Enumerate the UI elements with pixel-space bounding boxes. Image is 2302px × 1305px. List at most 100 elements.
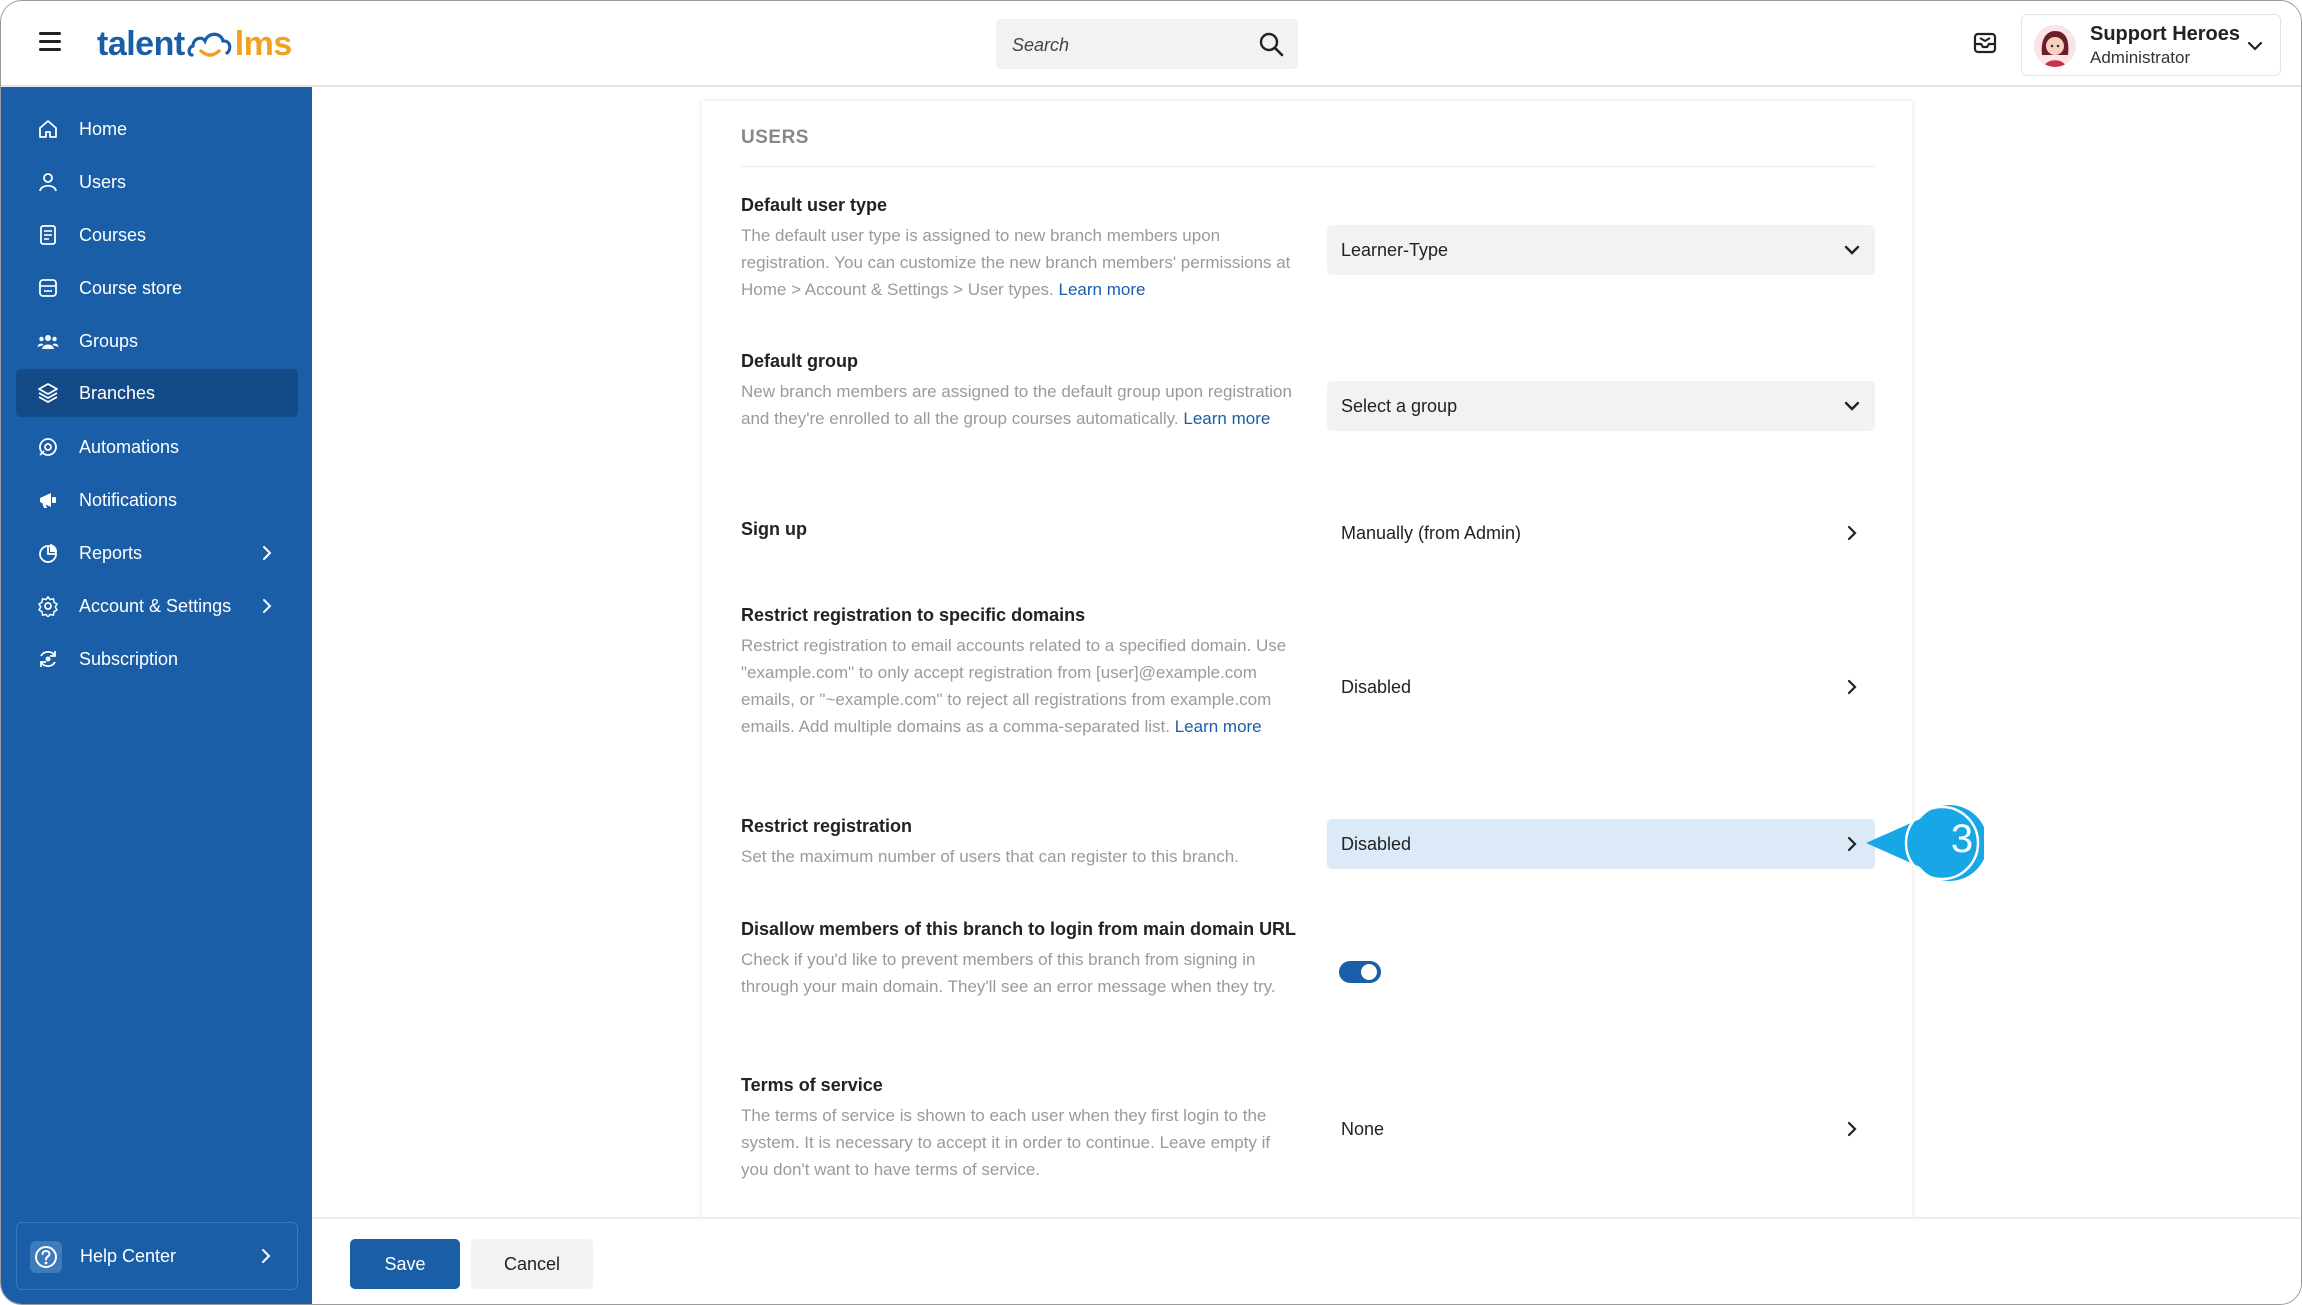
help-center-button[interactable]: Help Center (16, 1222, 298, 1290)
learn-more-link[interactable]: Learn more (1183, 409, 1270, 428)
setting-default-group: Default group New branch members are ass… (741, 351, 1301, 432)
sidebar-item-subscription[interactable]: Subscription (16, 635, 298, 683)
help-center-label: Help Center (80, 1246, 177, 1266)
setting-title: Sign up (741, 519, 807, 539)
disallow-main-domain-toggle[interactable] (1339, 961, 1381, 983)
section-title: USERS (741, 127, 809, 148)
setting-description: New branch members are assigned to the d… (741, 382, 1292, 428)
sidebar-item-label: Course store (79, 278, 183, 298)
default-group-select[interactable]: Select a group (1327, 381, 1875, 431)
automation-icon (39, 438, 57, 456)
help-icon-box (30, 1241, 62, 1273)
sidebar-item-groups[interactable]: Groups (16, 317, 298, 365)
megaphone-icon (40, 493, 56, 508)
option-value: None (1341, 1119, 1385, 1139)
chevron-right-icon (263, 546, 272, 560)
toggle-knob (1361, 964, 1377, 980)
setting-terms-of-service: Terms of service The terms of service is… (741, 1075, 1301, 1183)
setting-title: Disallow members of this branch to login… (741, 919, 1297, 939)
user-menu[interactable]: Support Heroes Administrator (2021, 14, 2281, 76)
learn-more-link[interactable]: Learn more (1175, 717, 1262, 736)
setting-default-user-type: Default user type The default user type … (741, 195, 1301, 303)
chevron-right-icon (263, 599, 272, 613)
layers-icon (38, 383, 58, 404)
sidebar-item-users[interactable]: Users (16, 158, 298, 206)
sidebar-item-label: Notifications (79, 490, 178, 510)
terms-of-service-option[interactable]: None (1327, 1104, 1875, 1154)
chevron-right-icon (1847, 1121, 1857, 1137)
form-footer: Save Cancel (312, 1217, 2301, 1304)
setting-disallow-main-domain: Disallow members of this branch to login… (741, 919, 1301, 1000)
setting-title: Default group (741, 351, 858, 371)
setting-description: The default user type is assigned to new… (741, 226, 1291, 299)
chevron-down-icon (1844, 245, 1860, 255)
option-value: Manually (from Admin) (1341, 523, 1522, 543)
option-value: Disabled (1341, 834, 1412, 854)
chevron-right-icon (1847, 679, 1857, 695)
sidebar-item-home[interactable]: Home (16, 105, 298, 153)
setting-description: Check if you'd like to prevent members o… (741, 950, 1276, 996)
user-name: Support Heroes (2090, 23, 2241, 45)
setting-restrict-registration: Restrict registration Set the maximum nu… (741, 816, 1301, 870)
chevron-down-icon (2247, 41, 2263, 51)
step-callout: 3 (1864, 803, 1988, 883)
setting-title: Default user type (741, 195, 888, 215)
menu-icon[interactable] (39, 32, 61, 54)
sidebar-item-label: Users (79, 172, 127, 192)
logo-text-talent: talent (97, 24, 185, 63)
sidebar: Home Users Courses Course store Groups B… (1, 87, 312, 1304)
user-icon (39, 173, 57, 192)
top-bar: talent lms Search Support Heroes Adminis… (1, 1, 2301, 87)
setting-restrict-domains: Restrict registration to specific domain… (741, 605, 1301, 740)
chevron-right-icon (1847, 525, 1857, 541)
setting-description: The terms of service is shown to each us… (741, 1106, 1271, 1179)
search-input[interactable] (1010, 29, 1254, 61)
sidebar-item-automations[interactable]: Automations (16, 423, 298, 471)
sidebar-item-label: Courses (79, 225, 147, 245)
search-icon[interactable] (1258, 31, 1284, 57)
sidebar-item-account-settings[interactable]: Account & Settings (16, 582, 298, 630)
setting-sign-up: Sign up (741, 519, 1301, 546)
restrict-domains-option[interactable]: Disabled (1327, 662, 1875, 712)
setting-description: Set the maximum number of users that can… (741, 847, 1239, 866)
chevron-right-icon (262, 1249, 271, 1263)
gear-icon (38, 596, 58, 617)
sidebar-item-notifications[interactable]: Notifications (16, 476, 298, 524)
sidebar-item-courses[interactable]: Courses (16, 211, 298, 259)
sidebar-item-course-store[interactable]: Course store (16, 264, 298, 312)
learn-more-link[interactable]: Learn more (1059, 280, 1146, 299)
section-divider (741, 166, 1875, 167)
select-value: Learner-Type (1341, 240, 1449, 260)
talentlms-logo[interactable]: talent lms (97, 19, 292, 69)
sidebar-item-label: Subscription (79, 649, 179, 669)
groups-icon (37, 335, 59, 349)
option-value: Disabled (1341, 677, 1412, 697)
inbox-icon[interactable] (1972, 30, 1998, 56)
default-user-type-select[interactable]: Learner-Type (1327, 225, 1875, 275)
select-value: Select a group (1341, 396, 1458, 416)
setting-title: Terms of service (741, 1075, 883, 1095)
sign-up-option[interactable]: Manually (from Admin) (1327, 508, 1875, 558)
save-button[interactable]: Save (350, 1239, 460, 1289)
setting-description: Restrict registration to email accounts … (741, 636, 1287, 736)
sidebar-item-label: Account & Settings (79, 596, 232, 616)
logo-text-lms: lms (234, 24, 293, 63)
chevron-right-icon (1847, 836, 1857, 852)
setting-title: Restrict registration (741, 816, 913, 836)
avatar (2034, 25, 2076, 67)
cancel-button[interactable]: Cancel (471, 1239, 593, 1289)
sidebar-item-reports[interactable]: Reports (16, 529, 298, 577)
user-role: Administrator (2090, 48, 2191, 67)
home-icon (39, 120, 57, 138)
main-content: USERS Default user type The default user… (312, 87, 2301, 1217)
setting-title: Restrict registration to specific domain… (741, 605, 1086, 625)
step-number: 3 (1950, 817, 1974, 861)
chevron-down-icon (1844, 401, 1860, 411)
sidebar-item-label: Reports (79, 543, 143, 563)
restrict-registration-option[interactable]: Disabled (1327, 819, 1875, 869)
sidebar-item-label: Home (79, 119, 128, 139)
search-box (996, 19, 1298, 69)
store-icon (39, 279, 57, 297)
sidebar-item-branches[interactable]: Branches (16, 369, 298, 417)
subscription-icon (40, 650, 56, 668)
